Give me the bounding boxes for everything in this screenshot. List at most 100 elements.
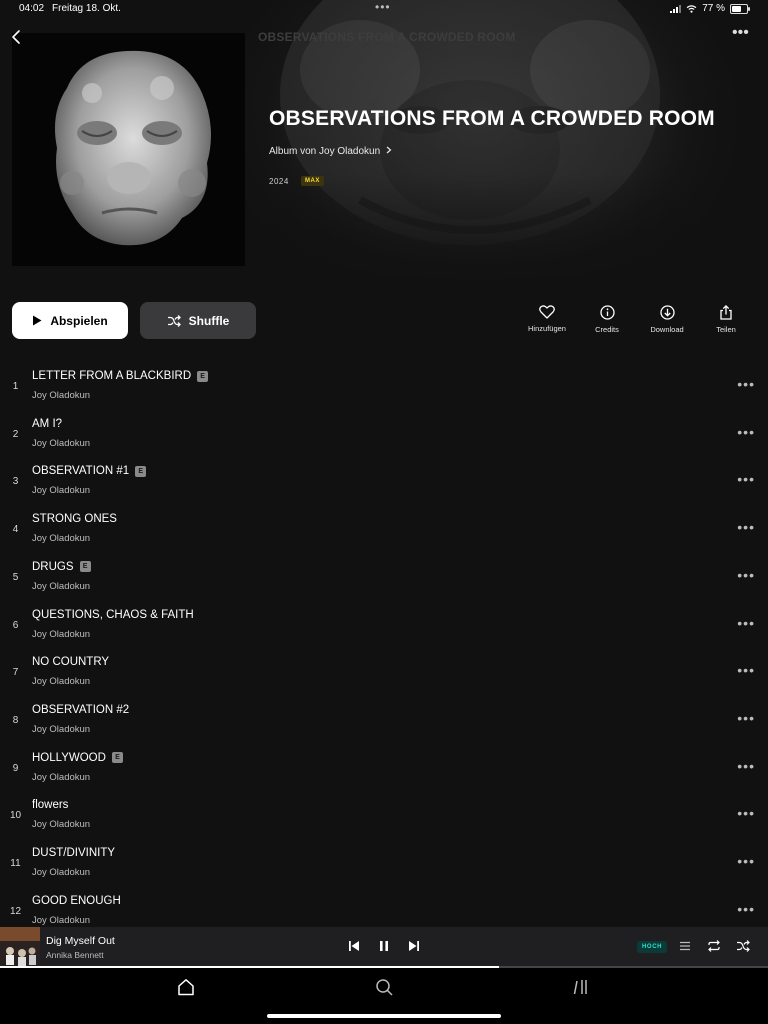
shuffle-icon	[167, 314, 181, 327]
album-year: 2024	[269, 177, 289, 186]
status-time: 04:02	[19, 3, 45, 14]
status-bar: 04:02 Freitag 18. Okt. ••• 77 %	[0, 0, 768, 20]
track-artist: Joy Oladokun	[32, 914, 91, 926]
track-row[interactable]: 8 OBSERVATION #2 Joy Oladokun •••	[0, 696, 768, 744]
skip-forward-icon[interactable]	[408, 940, 420, 952]
track-row[interactable]: 3 OBSERVATION #1 E Joy Oladokun •••	[0, 457, 768, 505]
shuffle-button-label: Shuffle	[188, 313, 230, 328]
track-artist: Joy Oladokun	[32, 485, 91, 497]
track-title: NO COUNTRY	[32, 656, 110, 669]
track-artist: Joy Oladokun	[32, 723, 91, 735]
chevron-left-icon[interactable]	[9, 28, 25, 46]
download-button[interactable]: Download	[637, 305, 697, 334]
track-row[interactable]: 5 DRUGS E Joy Oladokun •••	[0, 553, 768, 601]
track-row[interactable]: 11 DUST/DIVINITY Joy Oladokun •••	[0, 839, 768, 887]
track-more-icon[interactable]: •••	[737, 853, 755, 869]
download-label: Download	[650, 325, 684, 334]
track-more-icon[interactable]: •••	[737, 519, 755, 535]
track-row[interactable]: 2 AM I? Joy Oladokun •••	[0, 410, 768, 458]
track-row[interactable]: 10 flowers Joy Oladokun •••	[0, 791, 768, 839]
track-row[interactable]: 4 STRONG ONES Joy Oladokun •••	[0, 505, 768, 553]
track-title: QUESTIONS, CHAOS & FAITH	[32, 608, 194, 621]
track-artist: Joy Oladokun	[32, 437, 91, 449]
album-cover-art	[54, 50, 212, 246]
track-row[interactable]: 9 HOLLYWOOD E Joy Oladokun •••	[0, 744, 768, 792]
info-icon	[599, 305, 615, 320]
track-more-icon[interactable]: •••	[737, 424, 755, 440]
status-date: Freitag 18. Okt.	[52, 3, 121, 14]
track-artist: Joy Oladokun	[32, 533, 91, 545]
track-artist: Joy Oladokun	[32, 819, 91, 831]
track-more-icon[interactable]: •••	[737, 805, 755, 821]
track-title: flowers	[32, 799, 69, 812]
queue-icon[interactable]	[679, 940, 691, 952]
signal-icon	[670, 4, 682, 13]
battery-icon	[730, 3, 750, 14]
track-title: AM I?	[32, 417, 63, 430]
explicit-badge: E	[79, 561, 91, 573]
album-cover	[12, 33, 245, 266]
now-playing-artist[interactable]: Annika Bennett	[46, 950, 104, 960]
track-title: HOLLYWOOD	[32, 751, 106, 764]
add-label: Hinzufügen	[528, 324, 566, 333]
track-row[interactable]: 6 QUESTIONS, CHAOS & FAITH Joy Oladokun •••	[0, 601, 768, 649]
track-more-icon[interactable]: •••	[737, 662, 755, 678]
track-title-wrap: GOOD ENOUGH	[32, 895, 121, 907]
track-more-icon[interactable]: •••	[737, 615, 755, 631]
share-button[interactable]: Teilen	[696, 305, 756, 334]
home-icon[interactable]	[177, 978, 195, 996]
track-title: OBSERVATION #2	[32, 703, 130, 716]
credits-button[interactable]: Credits	[577, 305, 637, 334]
album-artist-link[interactable]: Album von Joy Oladokun	[269, 146, 392, 157]
shuffle-button[interactable]: Shuffle	[140, 302, 256, 339]
album-artist-text: Album von Joy Oladokun	[269, 146, 381, 157]
track-row[interactable]: 7 NO COUNTRY Joy Oladokun •••	[0, 648, 768, 696]
chevron-right-icon	[386, 146, 392, 154]
track-number: 9	[12, 762, 19, 774]
share-icon	[720, 305, 732, 320]
track-more-icon[interactable]: •••	[737, 901, 755, 917]
track-number: 5	[12, 571, 19, 583]
pause-icon[interactable]	[378, 940, 390, 952]
quality-badge-max: MAX	[301, 176, 324, 186]
play-button[interactable]: Abspielen	[12, 302, 128, 339]
download-icon	[659, 305, 675, 320]
track-number: 12	[9, 905, 22, 917]
battery-percent: 77 %	[702, 3, 725, 14]
quality-badge-hoch[interactable]: HOCH	[637, 941, 668, 953]
skip-back-icon[interactable]	[348, 940, 360, 952]
repeat-icon[interactable]	[707, 940, 721, 952]
track-title-wrap: OBSERVATION #1 E	[32, 465, 147, 478]
track-row[interactable]: 1 LETTER FROM A BLACKBIRD E Joy Oladokun •••	[0, 362, 768, 410]
share-label: Teilen	[716, 325, 736, 334]
track-title: OBSERVATION #1	[32, 465, 130, 478]
track-title-wrap: LETTER FROM A BLACKBIRD E	[32, 370, 209, 382]
track-title-wrap: NO COUNTRY	[32, 656, 109, 668]
track-title: STRONG ONES	[32, 513, 117, 526]
explicit-badge: E	[197, 370, 209, 382]
library-icon[interactable]	[573, 978, 589, 996]
credits-label: Credits	[595, 325, 619, 334]
now-playing-title[interactable]: Dig Myself Out	[46, 935, 115, 947]
now-playing-thumbnail[interactable]	[0, 927, 40, 967]
track-more-icon[interactable]: •••	[737, 376, 755, 392]
ellipsis-icon[interactable]: •••	[732, 25, 750, 42]
track-number: 6	[12, 619, 19, 631]
track-title-wrap: flowers	[32, 799, 68, 811]
track-title-wrap: AM I?	[32, 418, 62, 430]
shuffle-mini-icon[interactable]	[736, 940, 750, 952]
track-title-wrap: STRONG ONES	[32, 513, 117, 525]
track-number: 1	[12, 381, 19, 392]
track-more-icon[interactable]: •••	[737, 710, 755, 726]
add-to-favorites-button[interactable]: Hinzufügen	[517, 305, 577, 333]
track-artist: Joy Oladokun	[32, 676, 91, 688]
track-more-icon[interactable]: •••	[737, 471, 755, 487]
multitask-dots[interactable]: •••	[375, 0, 391, 14]
battery-fill	[732, 5, 742, 12]
track-artist: Joy Oladokun	[32, 390, 91, 401]
track-more-icon[interactable]: •••	[737, 567, 755, 583]
search-icon[interactable]	[375, 978, 393, 996]
track-more-icon[interactable]: •••	[737, 758, 755, 774]
track-number: 7	[12, 667, 19, 679]
track-artist: Joy Oladokun	[32, 867, 91, 878]
